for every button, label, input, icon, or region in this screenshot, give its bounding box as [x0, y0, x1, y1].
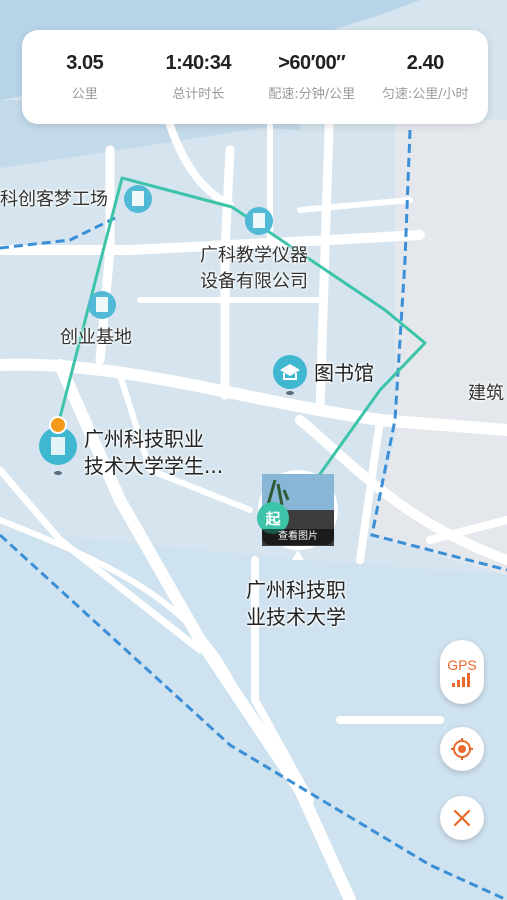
building-icon[interactable] [245, 207, 273, 235]
gps-signal-button[interactable]: GPS [440, 640, 484, 704]
pace-label: 配速:分钟/公里 [268, 87, 356, 102]
distance-value: 3.05 [66, 52, 104, 74]
gps-label: GPS [447, 657, 477, 673]
poi-building[interactable]: 建筑 [468, 381, 504, 407]
poi-student-line2[interactable]: 技术大学学生... [84, 453, 223, 480]
speed-label: 匀速:公里/小时 [381, 87, 469, 102]
pace-stat: >60′00″ 配速:分钟/公里 [255, 30, 369, 124]
map-view[interactable] [0, 0, 507, 900]
poi-university-line2[interactable]: 业技术大学 [246, 604, 346, 631]
poi-library[interactable]: 图书馆 [314, 360, 374, 387]
duration-stat: 1:40:34 总计时长 [142, 30, 256, 124]
duration-label: 总计时长 [172, 87, 225, 102]
signal-icon [452, 673, 470, 687]
locate-button[interactable] [440, 727, 484, 771]
poi-student-line1[interactable]: 广州科技职业 [84, 426, 204, 453]
duration-value: 1:40:34 [165, 52, 232, 74]
distance-label: 公里 [71, 87, 98, 102]
poi-instrument-line1[interactable]: 广科教学仪器 [200, 243, 308, 269]
poi-university-line1[interactable]: 广州科技职 [246, 577, 346, 604]
poi-instrument-line2[interactable]: 设备有限公司 [200, 269, 308, 295]
run-stats-card: 3.05 公里 1:40:34 总计时长 >60′00″ 配速:分钟/公里 2.… [22, 30, 488, 124]
pace-value: >60′00″ [278, 52, 346, 74]
building-icon[interactable] [124, 185, 152, 213]
view-photo-label[interactable]: 查看图片 [262, 529, 334, 545]
building-icon[interactable] [88, 291, 116, 319]
crosshair-icon [451, 738, 473, 760]
poi-startup-base[interactable]: 创业基地 [60, 325, 132, 351]
close-button[interactable] [440, 796, 484, 840]
poi-maker-factory[interactable]: 科创客梦工场 [0, 187, 108, 213]
start-label: 起 [265, 510, 281, 528]
distance-stat: 3.05 公里 [28, 30, 142, 124]
speed-stat: 2.40 匀速:公里/小时 [369, 30, 483, 124]
speed-value: 2.40 [406, 52, 444, 74]
close-icon [453, 809, 471, 827]
